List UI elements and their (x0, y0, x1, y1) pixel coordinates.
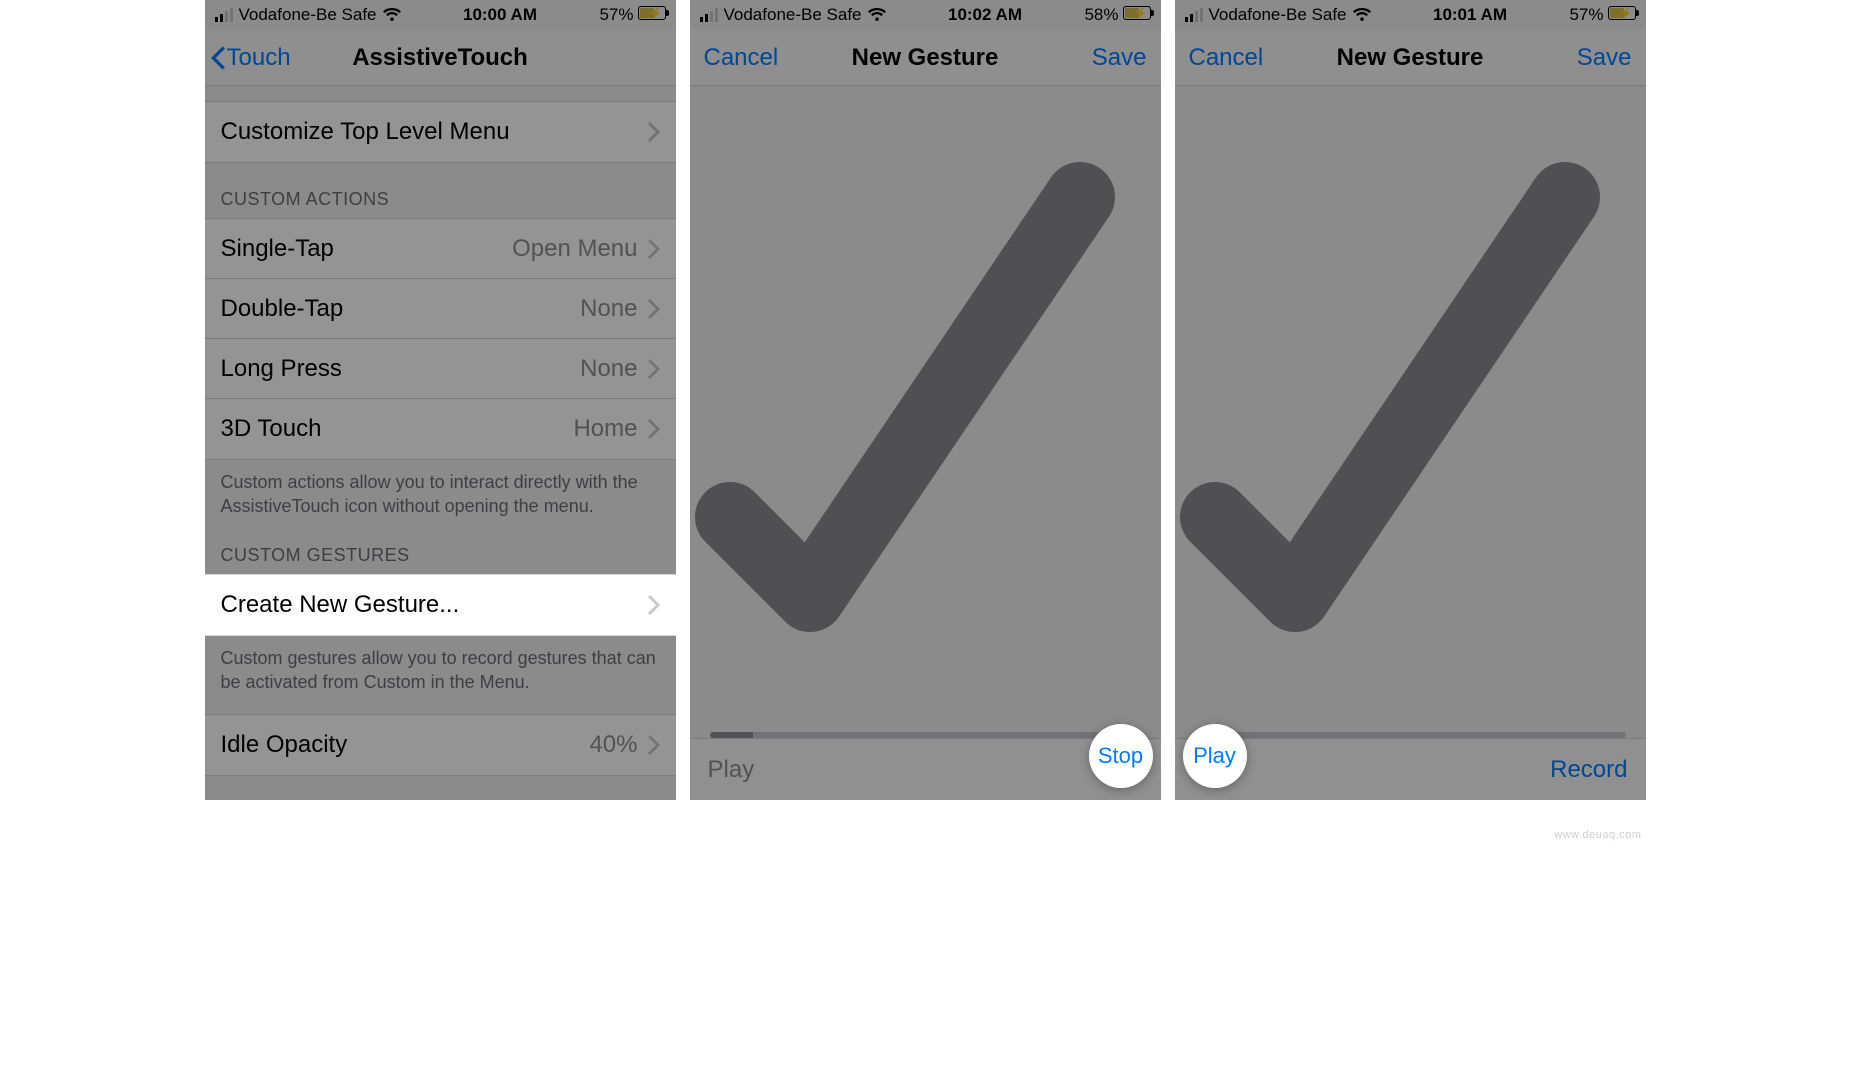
cancel-button[interactable]: Cancel (1189, 44, 1264, 72)
battery-icon: ⚡ (1123, 5, 1151, 25)
row-label: 3D Touch (221, 415, 322, 443)
screen-new-gesture-recording: Vodafone-Be Safe 10:02 AM 58% ⚡ Cancel N… (690, 0, 1161, 800)
chevron-right-icon (648, 299, 660, 319)
wifi-icon (1353, 8, 1371, 22)
signal-icon (215, 8, 233, 22)
row-create-new-gesture[interactable]: Create New Gesture... (205, 575, 676, 635)
chevron-right-icon (648, 122, 660, 142)
section-header-custom-actions: CUSTOM ACTIONS (205, 163, 676, 218)
status-bar: Vodafone-Be Safe 10:01 AM 57% ⚡ (1175, 0, 1646, 30)
battery-percent: 57% (599, 5, 633, 25)
row-label: Create New Gesture... (221, 591, 460, 619)
row-label: Single-Tap (221, 235, 334, 263)
page-title: New Gesture (1337, 44, 1484, 72)
gesture-stroke (1175, 86, 1646, 738)
watermark: www.deuaq.com (1554, 829, 1641, 841)
play-fab[interactable]: Play (1183, 724, 1247, 788)
row-label: Double-Tap (221, 295, 344, 323)
chevron-right-icon (648, 595, 660, 615)
chevron-right-icon (648, 359, 660, 379)
row-3d-touch[interactable]: 3D Touch Home (205, 399, 676, 459)
row-label: Long Press (221, 355, 342, 383)
row-value: None (580, 295, 637, 323)
cancel-button[interactable]: Cancel (704, 44, 779, 72)
section-header-custom-gestures: CUSTOM GESTURES (205, 519, 676, 574)
row-double-tap[interactable]: Double-Tap None (205, 279, 676, 339)
clock: 10:00 AM (463, 5, 537, 25)
clock: 10:02 AM (948, 5, 1022, 25)
signal-icon (700, 8, 718, 22)
wifi-icon (868, 8, 886, 22)
signal-icon (1185, 8, 1203, 22)
status-bar: Vodafone-Be Safe 10:02 AM 58% ⚡ (690, 0, 1161, 30)
play-button[interactable]: Play (708, 756, 755, 784)
nav-bar: Cancel New Gesture Save (1175, 30, 1646, 86)
fab-label: Stop (1098, 743, 1143, 769)
row-single-tap[interactable]: Single-Tap Open Menu (205, 219, 676, 279)
chevron-right-icon (648, 239, 660, 259)
battery-percent: 57% (1569, 5, 1603, 25)
save-button[interactable]: Save (1092, 44, 1147, 72)
battery-icon: ⚡ (1608, 5, 1636, 25)
fab-label: Play (1193, 743, 1236, 769)
gesture-canvas[interactable] (1175, 86, 1646, 738)
progress-bar (1195, 732, 1626, 738)
row-value: 40% (589, 731, 637, 759)
back-label: Touch (227, 44, 291, 72)
progress-bar (710, 732, 1141, 738)
row-value: Open Menu (512, 235, 637, 263)
carrier-label: Vodafone-Be Safe (239, 5, 377, 25)
stop-fab[interactable]: Stop (1089, 724, 1153, 788)
status-bar: Vodafone-Be Safe 10:00 AM 57% ⚡ (205, 0, 676, 30)
row-customize-top-level-menu[interactable]: Customize Top Level Menu (205, 102, 676, 162)
row-label: Idle Opacity (221, 731, 348, 759)
carrier-label: Vodafone-Be Safe (1209, 5, 1347, 25)
nav-bar: Touch AssistiveTouch (205, 30, 676, 86)
chevron-left-icon (211, 46, 225, 70)
clock: 10:01 AM (1433, 5, 1507, 25)
page-title: New Gesture (852, 44, 999, 72)
carrier-label: Vodafone-Be Safe (724, 5, 862, 25)
screen-new-gesture-playback: Vodafone-Be Safe 10:01 AM 57% ⚡ Cancel N… (1175, 0, 1646, 800)
page-title: AssistiveTouch (352, 44, 528, 72)
section-footer-custom-gestures: Custom gestures allow you to record gest… (205, 636, 676, 695)
row-label: Customize Top Level Menu (221, 118, 510, 146)
chevron-right-icon (648, 419, 660, 439)
battery-icon: ⚡ (638, 5, 666, 25)
row-idle-opacity[interactable]: Idle Opacity 40% (205, 715, 676, 775)
screen-assistivetouch-settings: Vodafone-Be Safe 10:00 AM 57% ⚡ Touch As… (205, 0, 676, 800)
back-button[interactable]: Touch (211, 44, 291, 72)
nav-bar: Cancel New Gesture Save (690, 30, 1161, 86)
save-button[interactable]: Save (1577, 44, 1632, 72)
wifi-icon (383, 8, 401, 22)
gesture-stroke (690, 86, 1161, 738)
row-value: None (580, 355, 637, 383)
row-value: Home (573, 415, 637, 443)
section-footer-custom-actions: Custom actions allow you to interact dir… (205, 460, 676, 519)
row-long-press[interactable]: Long Press None (205, 339, 676, 399)
record-button[interactable]: Record (1550, 756, 1627, 784)
battery-percent: 58% (1084, 5, 1118, 25)
chevron-right-icon (648, 735, 660, 755)
gesture-canvas[interactable] (690, 86, 1161, 738)
